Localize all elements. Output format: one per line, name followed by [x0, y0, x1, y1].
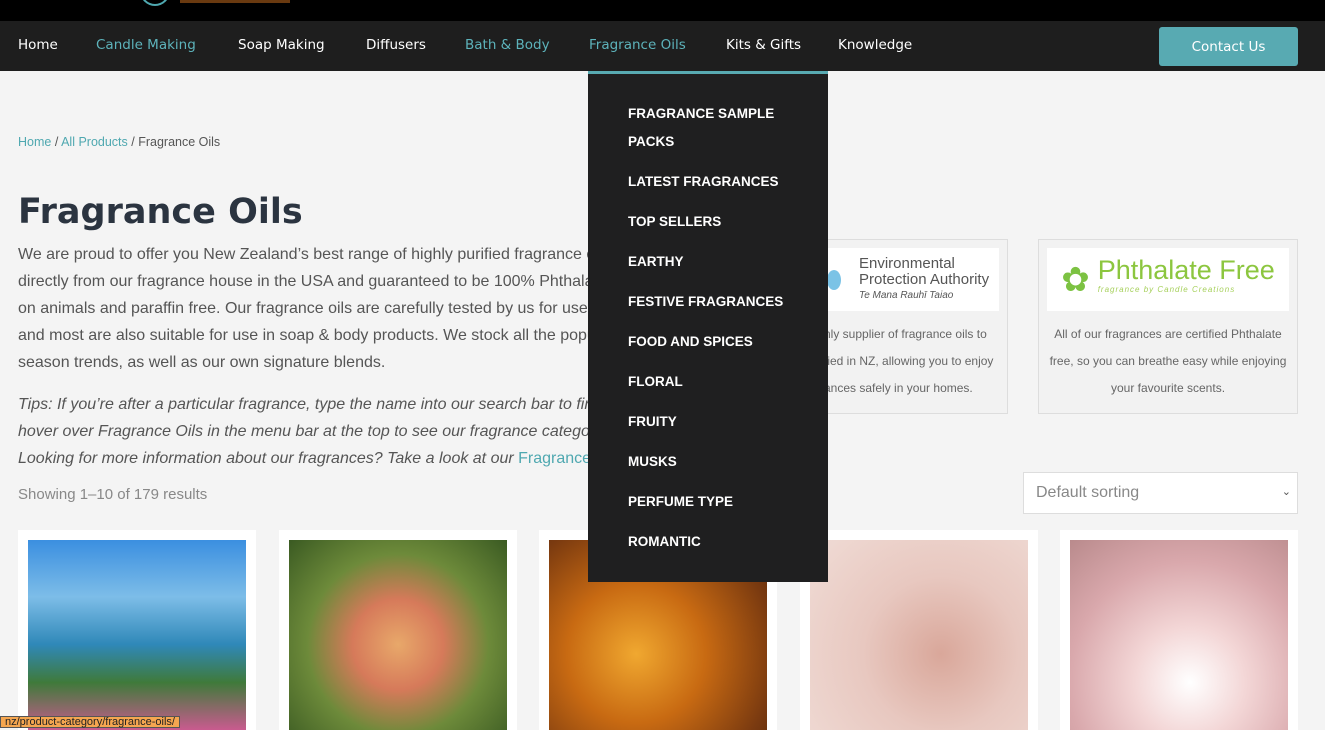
logo[interactable]: [140, 0, 170, 6]
product-card[interactable]: [800, 530, 1038, 730]
tips-text: Tips: If you’re after a particular fragr…: [18, 391, 588, 472]
breadcrumb-home[interactable]: Home: [18, 135, 51, 149]
page-title: Fragrance Oils: [18, 192, 303, 232]
nav-soap-making[interactable]: Soap Making: [238, 37, 325, 53]
logo-decoration: [180, 0, 290, 3]
nav-home[interactable]: Home: [18, 37, 58, 53]
nav-fragrance-oils[interactable]: Fragrance Oils: [589, 37, 686, 53]
breadcrumb-separator: /: [127, 135, 139, 149]
sort-selected-value: Default sorting: [1036, 484, 1140, 501]
dropdown-item[interactable]: ROMANTIC: [628, 528, 798, 556]
intro-line: on animals and paraffin free. Our fragra…: [18, 300, 588, 317]
intro-line: directly from our fragrance house in the…: [18, 273, 588, 290]
top-header: [0, 0, 1325, 21]
chevron-down-icon: ⌄: [1281, 486, 1291, 498]
nav-knowledge[interactable]: Knowledge: [838, 37, 912, 53]
tips-line: Tips: If you’re after a particular fragr…: [18, 396, 588, 413]
phthalate-logo-text: Phthalate Free: [1097, 254, 1275, 285]
sort-select[interactable]: Default sorting ⌄: [1023, 472, 1298, 514]
dropdown-item[interactable]: FRAGRANCE SAMPLE PACKS: [628, 100, 798, 156]
product-card[interactable]: [279, 530, 517, 730]
nav-diffusers[interactable]: Diffusers: [366, 37, 426, 53]
dropdown-item[interactable]: FLORAL: [628, 368, 798, 396]
product-card[interactable]: [18, 530, 256, 730]
nav-bath-body[interactable]: Bath & Body: [465, 37, 550, 53]
flower-icon: ✿: [1061, 260, 1090, 299]
dropdown-item[interactable]: FRUITY: [628, 408, 798, 436]
breadcrumb: Home / All Products / Fragrance Oils: [18, 135, 220, 149]
dropdown-item[interactable]: LATEST FRAGRANCES: [628, 168, 798, 196]
product-card[interactable]: [1060, 530, 1298, 730]
main-nav: Home Candle Making Soap Making Diffusers…: [0, 21, 1325, 71]
dropdown-item[interactable]: EARTHY: [628, 248, 798, 276]
epa-logo-text: Protection Authority: [859, 270, 990, 288]
tips-line: Looking for more information about our f…: [18, 450, 519, 467]
status-bar-url: nz/product-category/fragrance-oils/: [0, 716, 180, 728]
intro-line: season trends, as well as our own signat…: [18, 354, 386, 371]
epa-card-text: nly supplier of fragrance oils to fied i…: [824, 327, 994, 395]
breadcrumb-all-products[interactable]: All Products: [61, 135, 128, 149]
epa-logo-text: Environmental: [859, 254, 955, 272]
nav-kits-gifts[interactable]: Kits & Gifts: [726, 37, 801, 53]
product-image[interactable]: [810, 540, 1028, 730]
tips-line: hover over Fragrance Oils in the menu ba…: [18, 423, 588, 440]
dropdown-item[interactable]: FESTIVE FRAGRANCES: [628, 288, 798, 316]
fragrance-link[interactable]: Fragrance: [518, 450, 588, 467]
dropdown-item[interactable]: PERFUME TYPE: [628, 488, 798, 516]
product-image[interactable]: [289, 540, 507, 730]
product-image[interactable]: [1070, 540, 1288, 730]
intro-line: and most are also suitable for use in so…: [18, 327, 588, 344]
contact-us-button[interactable]: Contact Us: [1159, 27, 1298, 66]
epa-logo-sub: Te Mana Rauhī Taiao: [859, 289, 954, 301]
results-count: Showing 1–10 of 179 results: [18, 486, 208, 503]
phthalate-free-logo: ✿ Phthalate Free fragrance by Candle Cre…: [1047, 248, 1289, 311]
dropdown-item[interactable]: TOP SELLERS: [628, 208, 798, 236]
nav-candle-making[interactable]: Candle Making: [96, 37, 196, 53]
intro-line: We are proud to offer you New Zealand’s …: [18, 246, 588, 263]
dropdown-item[interactable]: FOOD AND SPICES: [628, 328, 798, 356]
dropdown-item[interactable]: MUSKS: [628, 448, 798, 476]
phthalate-card: ✿ Phthalate Free fragrance by Candle Cre…: [1038, 239, 1298, 414]
breadcrumb-separator: /: [51, 135, 62, 149]
intro-text: We are proud to offer you New Zealand’s …: [18, 241, 588, 376]
fragrance-oils-dropdown: FRAGRANCE SAMPLE PACKS LATEST FRAGRANCES…: [588, 71, 828, 582]
product-image[interactable]: [28, 540, 246, 730]
phthalate-card-text: All of our fragrances are certified Phth…: [1049, 327, 1287, 395]
breadcrumb-current: Fragrance Oils: [138, 135, 221, 149]
